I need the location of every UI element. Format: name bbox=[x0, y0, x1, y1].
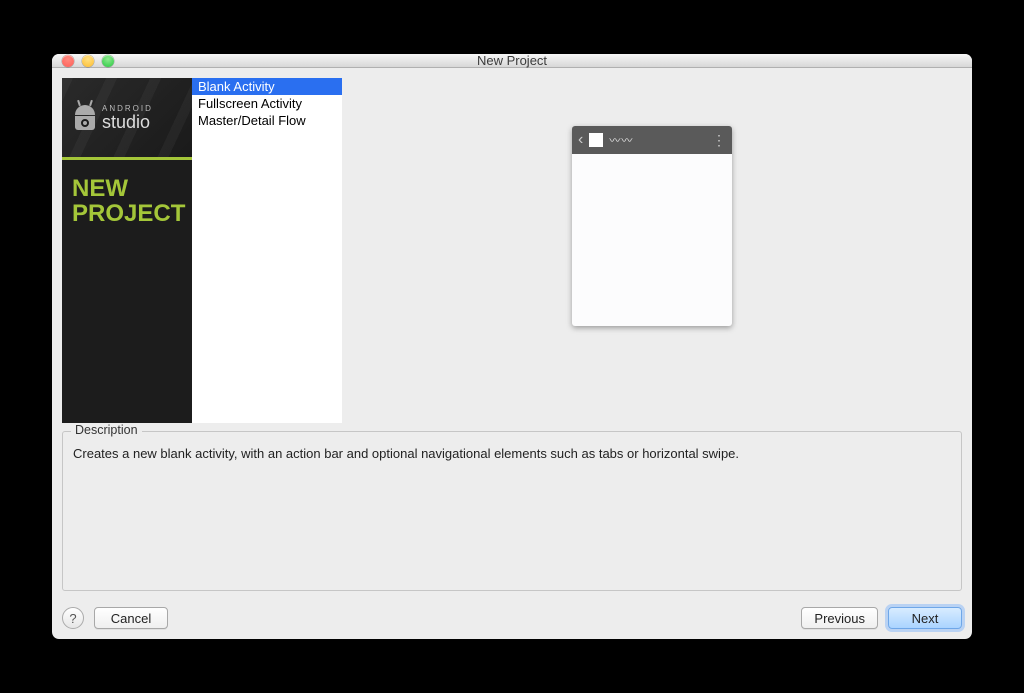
help-button[interactable]: ? bbox=[62, 607, 84, 629]
dialog-content: ANDROID studio NEW PROJECT Blank Activit… bbox=[52, 68, 972, 601]
minimize-icon[interactable] bbox=[82, 55, 94, 67]
description-text: Creates a new blank activity, with an ac… bbox=[73, 446, 951, 461]
brand-text: ANDROID studio bbox=[102, 104, 153, 131]
app-icon bbox=[589, 133, 603, 147]
cancel-button[interactable]: Cancel bbox=[94, 607, 168, 629]
wizard-sidebar: ANDROID studio NEW PROJECT bbox=[62, 78, 192, 423]
window-controls bbox=[52, 55, 114, 67]
phone-mockup: ‹ 〰〰 ⋮ bbox=[572, 126, 732, 326]
headline-line2: PROJECT bbox=[72, 201, 182, 226]
activity-template-list[interactable]: Blank Activity Fullscreen Activity Maste… bbox=[192, 78, 342, 423]
dialog-window: New Project ANDROID studio NEW PROJECT bbox=[52, 54, 972, 639]
template-preview: ‹ 〰〰 ⋮ bbox=[342, 78, 962, 423]
description-group: Description Creates a new blank activity… bbox=[62, 431, 962, 591]
overflow-icon: ⋮ bbox=[712, 133, 726, 147]
titlebar: New Project bbox=[52, 54, 972, 68]
headline-line1: NEW bbox=[72, 176, 182, 201]
activity-item-fullscreen[interactable]: Fullscreen Activity bbox=[192, 95, 342, 112]
title-placeholder-icon: 〰〰 bbox=[609, 132, 706, 148]
activity-item-master-detail[interactable]: Master/Detail Flow bbox=[192, 112, 342, 129]
next-button[interactable]: Next bbox=[888, 607, 962, 629]
description-legend: Description bbox=[71, 423, 142, 437]
zoom-icon[interactable] bbox=[102, 55, 114, 67]
dialog-footer: ? Cancel Previous Next bbox=[52, 601, 972, 639]
upper-pane: ANDROID studio NEW PROJECT Blank Activit… bbox=[62, 78, 962, 423]
wizard-step-label: NEW PROJECT bbox=[62, 160, 192, 242]
brand-big: studio bbox=[102, 113, 153, 131]
android-icon bbox=[74, 105, 96, 131]
brand-header: ANDROID studio bbox=[62, 78, 192, 160]
window-title: New Project bbox=[52, 54, 972, 68]
back-chevron-icon: ‹ bbox=[578, 132, 583, 148]
previous-button[interactable]: Previous bbox=[801, 607, 878, 629]
mock-action-bar: ‹ 〰〰 ⋮ bbox=[572, 126, 732, 154]
activity-item-blank[interactable]: Blank Activity bbox=[192, 78, 342, 95]
close-icon[interactable] bbox=[62, 55, 74, 67]
